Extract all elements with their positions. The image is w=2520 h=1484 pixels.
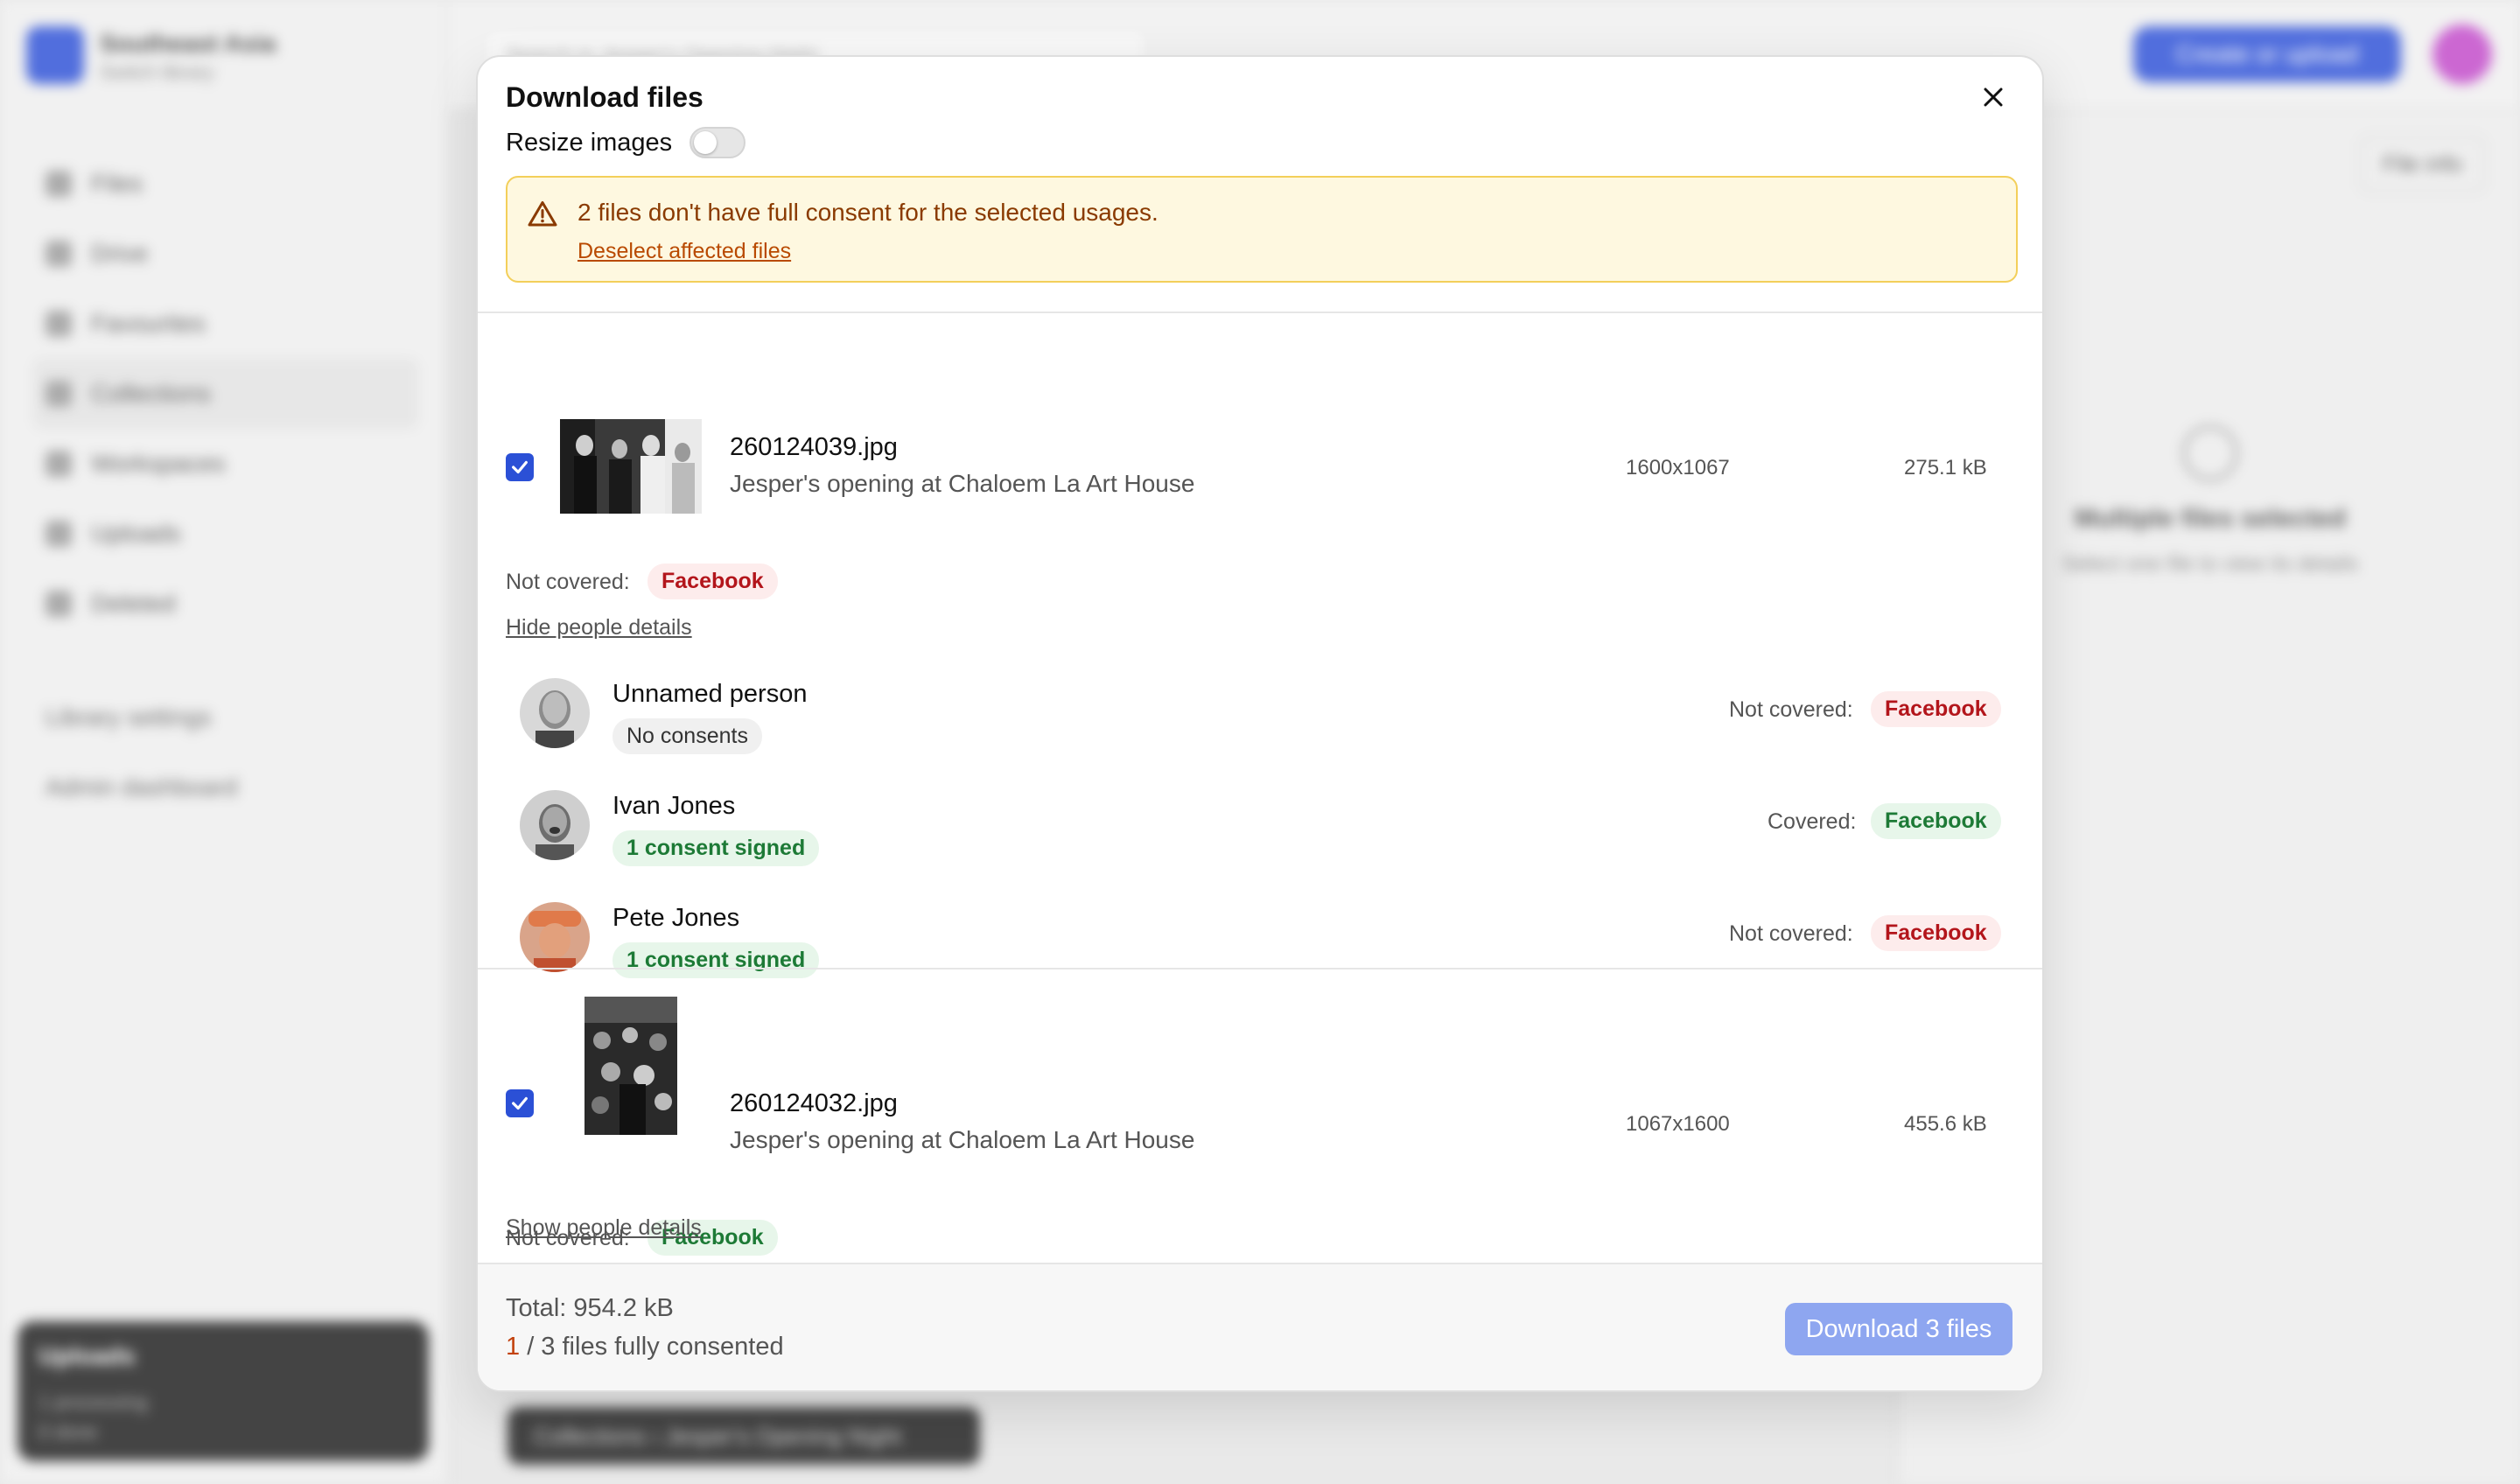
file-name: 260124032.jpg (730, 1089, 898, 1117)
avatar (520, 790, 590, 860)
usage-tag-not-covered: Facebook (1871, 691, 2001, 727)
file-dimensions: 1067x1600 (1626, 1112, 1730, 1136)
file-size: 275.1 kB (1904, 456, 1987, 480)
usage-tag-not-covered: Facebook (1871, 915, 2001, 951)
coverage-label: Not covered: (1729, 921, 1853, 946)
file-thumbnail (584, 997, 677, 1135)
consent-badge: 1 consent signed (612, 830, 820, 866)
avatar (520, 902, 590, 972)
person-row: Ivan Jones 1 consent signed Covered: Fac… (478, 790, 2042, 902)
check-icon (512, 460, 528, 474)
warning-icon (528, 201, 557, 227)
coverage-label: Covered: (1768, 809, 1857, 834)
download-button[interactable]: Download 3 files (1785, 1303, 2012, 1355)
file-size: 455.6 kB (1904, 1112, 1987, 1136)
file-name: 260124039.jpg (730, 433, 898, 461)
avatar (520, 678, 590, 748)
close-icon (1984, 88, 2003, 107)
download-files-dialog: Download files Resize images 2 files don… (476, 55, 2044, 1392)
file-checkbox[interactable] (506, 453, 534, 481)
resize-images-toggle[interactable] (690, 127, 746, 158)
person-name: Ivan Jones (612, 792, 736, 820)
file-description: Jesper's opening at Chaloem La Art House (730, 470, 1195, 497)
consent-badge: No consents (612, 718, 762, 754)
file-dimensions: 1600x1067 (1626, 456, 1730, 480)
resize-images-label: Resize images (506, 128, 673, 157)
consented-text: / 3 files fully consented (520, 1333, 784, 1361)
consented-count: 1 (506, 1333, 521, 1361)
person-name: Pete Jones (612, 904, 740, 932)
dialog-footer: Total: 954.2 kB 1 / 3 files fully consen… (478, 1263, 2042, 1390)
usage-tag-not-covered: Facebook (648, 564, 778, 599)
show-people-details-link[interactable]: Show people details (506, 1215, 702, 1241)
coverage-label: Not covered: (506, 570, 630, 594)
file-thumbnail (560, 419, 702, 514)
total-size: Total: 954.2 kB (506, 1294, 674, 1322)
deselect-affected-link[interactable]: Deselect affected files (578, 239, 791, 264)
file-row: 260124039.jpg Jesper's opening at Chaloe… (478, 312, 2042, 1023)
file-row: 260124032.jpg Jesper's opening at Chaloe… (478, 969, 2042, 1263)
check-icon (512, 1096, 528, 1110)
person-row: Unnamed person No consents Not covered: … (478, 678, 2042, 790)
hide-people-details-link[interactable]: Hide people details (506, 615, 692, 640)
consent-warning: 2 files don't have full consent for the … (506, 176, 2018, 283)
file-description: Jesper's opening at Chaloem La Art House (730, 1126, 1195, 1153)
coverage-label: Not covered: (1729, 697, 1853, 722)
dialog-title: Download files (506, 81, 704, 113)
file-checkbox[interactable] (506, 1089, 534, 1117)
warning-text: 2 files don't have full consent for the … (578, 199, 1158, 226)
close-button[interactable] (1976, 80, 2011, 115)
resize-images-row: Resize images (506, 127, 746, 158)
consent-summary: 1 / 3 files fully consented (506, 1333, 784, 1362)
usage-tag-covered: Facebook (1871, 803, 2001, 839)
person-name: Unnamed person (612, 680, 808, 708)
